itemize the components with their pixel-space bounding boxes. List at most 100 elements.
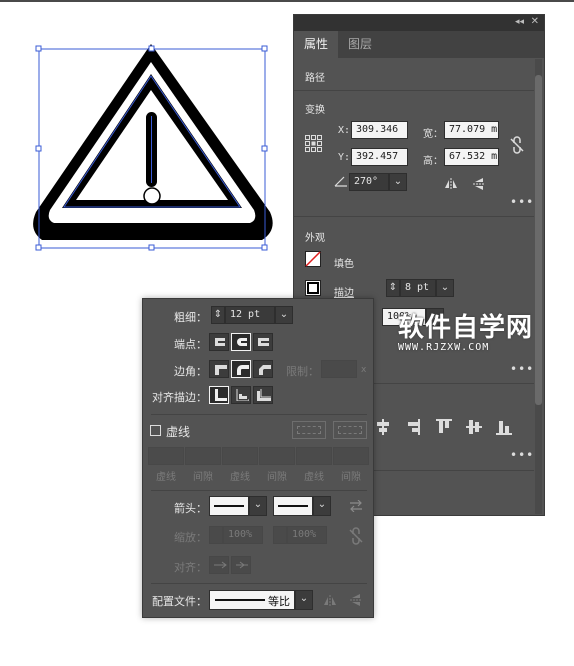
collapse-icon[interactable]: ◂◂ xyxy=(515,17,524,27)
opacity-input[interactable]: 100% xyxy=(382,308,426,326)
appearance-more-icon[interactable]: ••• xyxy=(510,362,534,376)
swap-arrowheads-icon[interactable] xyxy=(349,500,363,512)
opacity-chevron-button[interactable]: › xyxy=(426,308,444,326)
stroke-weight-input[interactable]: 8 pt xyxy=(400,279,436,297)
round-join-icon xyxy=(237,365,249,375)
limit-suffix: x xyxy=(361,365,367,375)
end-scale-stepper xyxy=(273,526,287,544)
projecting-cap-icon xyxy=(258,338,271,346)
start-scale-input: 100% xyxy=(223,526,263,544)
weight-input[interactable]: 12 pt xyxy=(225,306,275,324)
butt-cap-button[interactable] xyxy=(209,333,229,351)
stroke-weight-dropdown[interactable]: ⌄ xyxy=(436,279,454,297)
align-bottom-icon xyxy=(496,421,512,435)
width-label: 宽： xyxy=(423,129,443,140)
tab-layers[interactable]: 图层 xyxy=(338,31,382,58)
dashed-line-checkbox[interactable] xyxy=(150,425,161,436)
limit-label: 限制： xyxy=(286,365,319,378)
bevel-join-button[interactable] xyxy=(253,360,273,378)
round-join-button[interactable] xyxy=(231,360,251,378)
y-input[interactable]: 392.457 xyxy=(351,148,408,166)
scrollbar-thumb[interactable] xyxy=(535,75,542,405)
fill-none-swatch-icon[interactable] xyxy=(305,251,321,267)
gap-2-label: 间隙 xyxy=(267,472,287,483)
align-right-icon xyxy=(408,419,420,435)
stroke-weight-stepper[interactable]: ⇕ xyxy=(386,279,400,297)
stroke-link-label[interactable]: 描边 xyxy=(334,284,354,299)
align-horizontal-center-icon xyxy=(377,419,389,435)
weight-label: 粗细： xyxy=(174,311,207,324)
align-stroke-outside-icon xyxy=(257,389,271,401)
profile-value: 等比 xyxy=(268,595,290,608)
object-type-label: 路径 xyxy=(305,73,325,84)
flip-horizontal-icon[interactable] xyxy=(444,177,460,191)
end-arrowhead-dropdown[interactable]: ⌄ xyxy=(313,496,331,516)
dash-3-input xyxy=(296,447,332,465)
flip-vertical-icon[interactable] xyxy=(472,177,486,193)
width-input[interactable]: 77.079 m xyxy=(444,121,499,139)
weight-dropdown[interactable]: ⌄ xyxy=(275,306,293,324)
dash-2-input xyxy=(222,447,258,465)
align-more-icon[interactable]: ••• xyxy=(510,448,534,462)
miter-join-button[interactable] xyxy=(209,360,229,378)
profile-flip-horizontal-icon xyxy=(324,595,336,607)
profile-select[interactable]: 等比 xyxy=(209,590,295,610)
rotate-angle-icon xyxy=(334,176,347,187)
arrow-extend-button xyxy=(209,556,229,574)
arrowheads-label: 箭头： xyxy=(174,502,207,515)
gap-1-input xyxy=(185,447,221,465)
gap-1-label: 间隙 xyxy=(193,472,213,483)
round-cap-icon xyxy=(237,338,249,346)
transform-title: 变换 xyxy=(305,105,325,116)
end-scale-input: 100% xyxy=(287,526,327,544)
gap-2-input xyxy=(259,447,295,465)
warning-triangle-artwork[interactable] xyxy=(30,40,280,255)
transform-more-icon[interactable]: ••• xyxy=(510,195,534,209)
start-arrowhead-dropdown[interactable]: ⌄ xyxy=(249,496,267,516)
gap-3-input xyxy=(333,447,369,465)
align-stroke-outside-button[interactable] xyxy=(253,386,273,404)
align-stroke-center-button[interactable] xyxy=(209,386,229,404)
arrow-extend-icon xyxy=(214,561,227,569)
appearance-title: 外观 xyxy=(305,233,325,244)
limit-input xyxy=(321,360,357,378)
arrow-inside-icon xyxy=(236,561,248,569)
align-buttons-row[interactable] xyxy=(376,417,512,437)
close-icon[interactable]: ✕ xyxy=(531,16,539,27)
separator xyxy=(151,414,367,415)
bevel-join-icon xyxy=(259,365,271,375)
butt-cap-icon xyxy=(215,338,227,346)
projecting-cap-button[interactable] xyxy=(253,333,273,351)
dash-align-corners-button[interactable] xyxy=(333,421,367,439)
stroke-swatch-icon[interactable] xyxy=(305,280,321,296)
link-scale-icon xyxy=(349,527,363,545)
gap-3-label: 间隙 xyxy=(341,472,361,483)
round-cap-button[interactable] xyxy=(231,333,251,351)
weight-stepper[interactable]: ⇕ xyxy=(211,306,225,324)
unlink-proportions-icon[interactable] xyxy=(510,136,524,154)
start-arrowhead-select[interactable] xyxy=(209,496,249,516)
arrow-inside-button xyxy=(231,556,251,574)
profile-dropdown[interactable]: ⌄ xyxy=(295,590,313,610)
end-arrowhead-select[interactable] xyxy=(273,496,313,516)
top-border xyxy=(0,0,574,2)
dash-2-label: 虚线 xyxy=(230,472,250,483)
profile-flip-vertical-icon xyxy=(350,594,362,606)
dash-3-label: 虚线 xyxy=(304,472,324,483)
height-input[interactable]: 67.532 m xyxy=(444,148,499,166)
x-input[interactable]: 309.346 xyxy=(351,121,408,139)
align-stroke-inside-button[interactable] xyxy=(231,386,251,404)
x-label: X: xyxy=(338,125,351,136)
reference-point-icon[interactable] xyxy=(305,135,323,153)
panel-titlebar: ◂◂ ✕ xyxy=(294,15,544,31)
dash-preserve-button[interactable] xyxy=(292,421,326,439)
angle-input[interactable]: 270° xyxy=(349,173,389,191)
angle-dropdown-button[interactable]: ⌄ xyxy=(389,173,407,191)
tab-properties[interactable]: 属性 xyxy=(294,31,339,58)
profile-label: 配置文件： xyxy=(152,595,207,608)
dash-1-label: 虚线 xyxy=(156,472,176,483)
start-scale-stepper xyxy=(209,526,223,544)
panel-tabs: 属性 图层 xyxy=(294,31,544,58)
corner-label: 边角： xyxy=(174,365,207,378)
y-label: Y: xyxy=(338,152,351,163)
